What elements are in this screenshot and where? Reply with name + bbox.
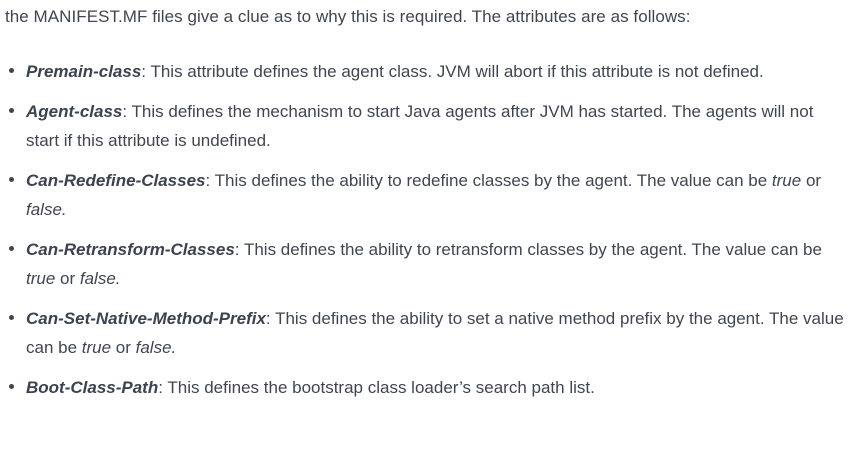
list-item-can-redefine-classes: Can-Redefine-Classes: This defines the a… <box>0 166 859 224</box>
attribute-description: This defines the mechanism to start Java… <box>26 102 814 150</box>
sentence-end: . <box>115 269 121 288</box>
attribute-description: This attribute defines the agent class. … <box>146 62 764 81</box>
attribute-description: This defines the bootstrap class loader’… <box>162 378 595 397</box>
value-or: or <box>801 171 822 190</box>
value-or: or <box>111 338 136 357</box>
sentence-end: . <box>61 200 67 219</box>
attribute-term: Boot-Class-Path <box>26 378 159 397</box>
bullet-icon <box>9 68 14 73</box>
list-item-agent-class: Agent-class: This defines the mechanism … <box>0 97 859 155</box>
attribute-term: Can-Set-Native-Method-Prefix <box>26 309 266 328</box>
bullet-icon <box>9 108 14 113</box>
attribute-term: Can-Retransform-Classes <box>26 240 235 259</box>
attribute-description: This defines the ability to retransform … <box>239 240 822 259</box>
bullet-icon <box>9 315 14 320</box>
attribute-description: This defines the ability to redefine cla… <box>210 171 772 190</box>
attribute-term: Can-Redefine-Classes <box>26 171 206 190</box>
value-false: false <box>135 338 172 357</box>
list-item-can-retransform-classes: Can-Retransform-Classes: This defines th… <box>0 235 859 293</box>
value-true: true <box>81 338 112 357</box>
attribute-list: Premain-class: This attribute defines th… <box>0 57 859 413</box>
bullet-icon <box>9 384 14 389</box>
value-or: or <box>55 269 80 288</box>
list-item-boot-class-path: Boot-Class-Path: This defines the bootst… <box>0 373 859 402</box>
value-true: true <box>26 269 56 288</box>
attribute-term: Agent-class <box>26 102 123 121</box>
bullet-icon <box>9 246 14 251</box>
sentence-end: . <box>171 338 177 357</box>
value-false: false <box>26 200 62 219</box>
value-false: false <box>79 269 116 288</box>
value-true: true <box>771 171 802 190</box>
article-body: the MANIFEST.MF files give a clue as to … <box>0 0 859 451</box>
list-item-can-set-native-method-prefix: Can-Set-Native-Method-Prefix: This defin… <box>0 304 859 362</box>
attribute-term: Premain-class <box>26 62 142 81</box>
bullet-icon <box>9 177 14 182</box>
list-item-premain-class: Premain-class: This attribute defines th… <box>0 57 859 86</box>
intro-paragraph: the MANIFEST.MF files give a clue as to … <box>5 7 691 26</box>
